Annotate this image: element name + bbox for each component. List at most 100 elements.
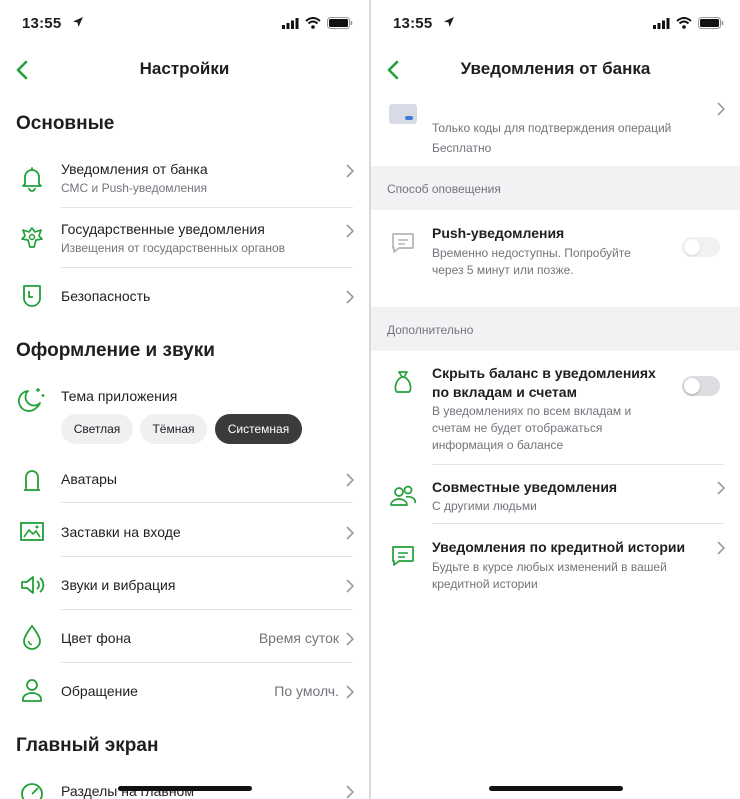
settings-item-address[interactable]: Обращение По умолч. xyxy=(0,667,369,713)
home-indicator[interactable] xyxy=(488,786,623,791)
chevron-right-icon xyxy=(346,785,355,799)
settings-item-gov-notifications[interactable]: Государственные уведомления Извещения от… xyxy=(0,210,369,266)
item-subtitle: Извещения от государственных органов xyxy=(61,241,286,255)
home-indicator[interactable] xyxy=(117,786,252,791)
chevron-right-icon xyxy=(717,541,726,555)
nav-bar: Настройки xyxy=(0,48,369,92)
section-label: Способ оповещения xyxy=(387,182,501,196)
settings-item-background-color[interactable]: Цвет фона Время суток xyxy=(0,614,369,660)
settings-screen: 13:55 Настройки Основные Уведомления от … xyxy=(0,0,369,799)
plan-title: Только коды для подтверждения операций xyxy=(432,121,672,135)
settings-item-avatars[interactable]: Аватары xyxy=(0,456,369,502)
status-icons xyxy=(653,17,724,29)
divider xyxy=(61,609,353,610)
joint-notifications-item[interactable]: Совместные уведомления С другими людьми xyxy=(371,468,740,522)
item-value: Время суток xyxy=(258,630,339,646)
divider xyxy=(61,662,353,663)
settings-item-security[interactable]: Безопасность xyxy=(0,272,369,320)
item-title: Звуки и вибрация xyxy=(61,577,176,593)
theme-option-light[interactable]: Светлая xyxy=(61,414,133,444)
item-subtitle: СМС и Push-уведомления xyxy=(61,181,207,195)
item-title: Уведомления по кредитной истории xyxy=(432,539,686,555)
hide-balance-toggle[interactable] xyxy=(682,376,720,396)
toggle-knob xyxy=(684,378,700,394)
avatar-icon xyxy=(24,470,40,491)
status-icons xyxy=(282,17,353,29)
person-icon xyxy=(22,679,42,702)
item-title: Совместные уведомления xyxy=(432,479,618,495)
page-title: Настройки xyxy=(139,59,230,78)
section-header-main: Основные xyxy=(16,113,115,134)
item-title: Тема приложения xyxy=(61,388,178,404)
divider xyxy=(61,207,353,208)
item-title: Скрыть баланс в уведомлениях по вкладам … xyxy=(432,365,656,400)
push-toggle[interactable] xyxy=(682,237,720,257)
settings-item-sounds[interactable]: Звуки и вибрация xyxy=(0,562,369,608)
item-title: Безопасность xyxy=(61,288,151,304)
section-label: Дополнительно xyxy=(387,323,474,337)
settings-item-splash[interactable]: Заставки на входе xyxy=(0,508,369,554)
toggle-knob xyxy=(684,239,700,255)
nav-bar: Уведомления от банка xyxy=(371,48,740,92)
chevron-right-icon xyxy=(346,290,355,304)
item-value: По умолч. xyxy=(274,683,339,699)
status-time: 13:55 xyxy=(22,15,62,32)
back-chevron-icon[interactable] xyxy=(383,56,405,84)
divider xyxy=(61,556,353,557)
status-bar: 13:55 xyxy=(0,0,369,46)
wifi-icon xyxy=(305,17,321,29)
chevron-right-icon xyxy=(346,224,355,238)
chevron-right-icon xyxy=(346,579,355,593)
status-bar: 13:55 xyxy=(371,0,740,46)
divider xyxy=(61,267,353,268)
item-subtitle: Временно недоступны. Попробуйте через 5 … xyxy=(432,246,631,277)
item-subtitle: С другими людьми xyxy=(432,499,537,513)
cellular-signal-icon xyxy=(282,17,299,29)
chevron-right-icon xyxy=(717,481,726,495)
item-subtitle: Будьте в курсе любых изменений в вашей к… xyxy=(432,560,667,591)
item-subtitle: В уведомлениях по всем вкладам и счетам … xyxy=(432,404,632,452)
chevron-right-icon xyxy=(346,526,355,540)
theme-option-dark[interactable]: Тёмная xyxy=(140,414,207,444)
coat-of-arms-icon xyxy=(21,227,43,248)
chevron-right-icon xyxy=(346,164,355,178)
chevron-right-icon xyxy=(346,685,355,699)
cellular-signal-icon xyxy=(653,17,670,29)
plan-price: Бесплатно xyxy=(432,141,492,155)
theme-option-system[interactable]: Системная xyxy=(215,414,302,444)
card-icon xyxy=(389,104,417,124)
status-time: 13:55 xyxy=(393,15,433,32)
section-header-home: Главный экран xyxy=(16,735,159,756)
divider xyxy=(61,502,353,503)
divider xyxy=(432,523,724,524)
wifi-icon xyxy=(676,17,692,29)
moon-stars-icon xyxy=(18,388,45,412)
hide-balance-item: Скрыть баланс в уведомлениях по вкладам … xyxy=(371,352,740,464)
settings-item-bank-notifications[interactable]: Уведомления от банка СМС и Push-уведомле… xyxy=(0,150,369,206)
credit-history-item[interactable]: Уведомления по кредитной истории Будьте … xyxy=(371,528,740,600)
bell-icon xyxy=(22,167,42,192)
item-title: Заставки на входе xyxy=(61,524,181,540)
item-title: Обращение xyxy=(61,683,138,699)
page-title: Уведомления от банка xyxy=(460,59,651,78)
notification-plan-item[interactable]: Только коды для подтверждения операций Б… xyxy=(371,96,740,164)
people-icon xyxy=(390,485,417,506)
push-notifications-item: Push-уведомления Временно недоступны. По… xyxy=(371,212,740,306)
section-band-method: Способ оповещения xyxy=(371,166,740,210)
bank-notifications-screen: 13:55 Уведомления от банка Только коды д… xyxy=(371,0,740,799)
chevron-right-icon xyxy=(346,473,355,487)
chevron-right-icon xyxy=(346,632,355,646)
back-chevron-icon[interactable] xyxy=(12,56,34,84)
item-title: Аватары xyxy=(61,471,117,487)
money-bag-icon xyxy=(394,371,412,393)
chat-icon xyxy=(392,546,414,566)
battery-icon xyxy=(698,17,724,29)
battery-icon xyxy=(327,17,353,29)
item-title: Уведомления от банка xyxy=(61,161,208,177)
location-arrow-icon xyxy=(73,17,83,27)
gauge-icon xyxy=(21,783,43,799)
image-icon xyxy=(20,522,44,541)
item-title: Цвет фона xyxy=(61,630,132,646)
drop-icon xyxy=(23,624,41,650)
item-title: Push-уведомления xyxy=(432,225,565,241)
